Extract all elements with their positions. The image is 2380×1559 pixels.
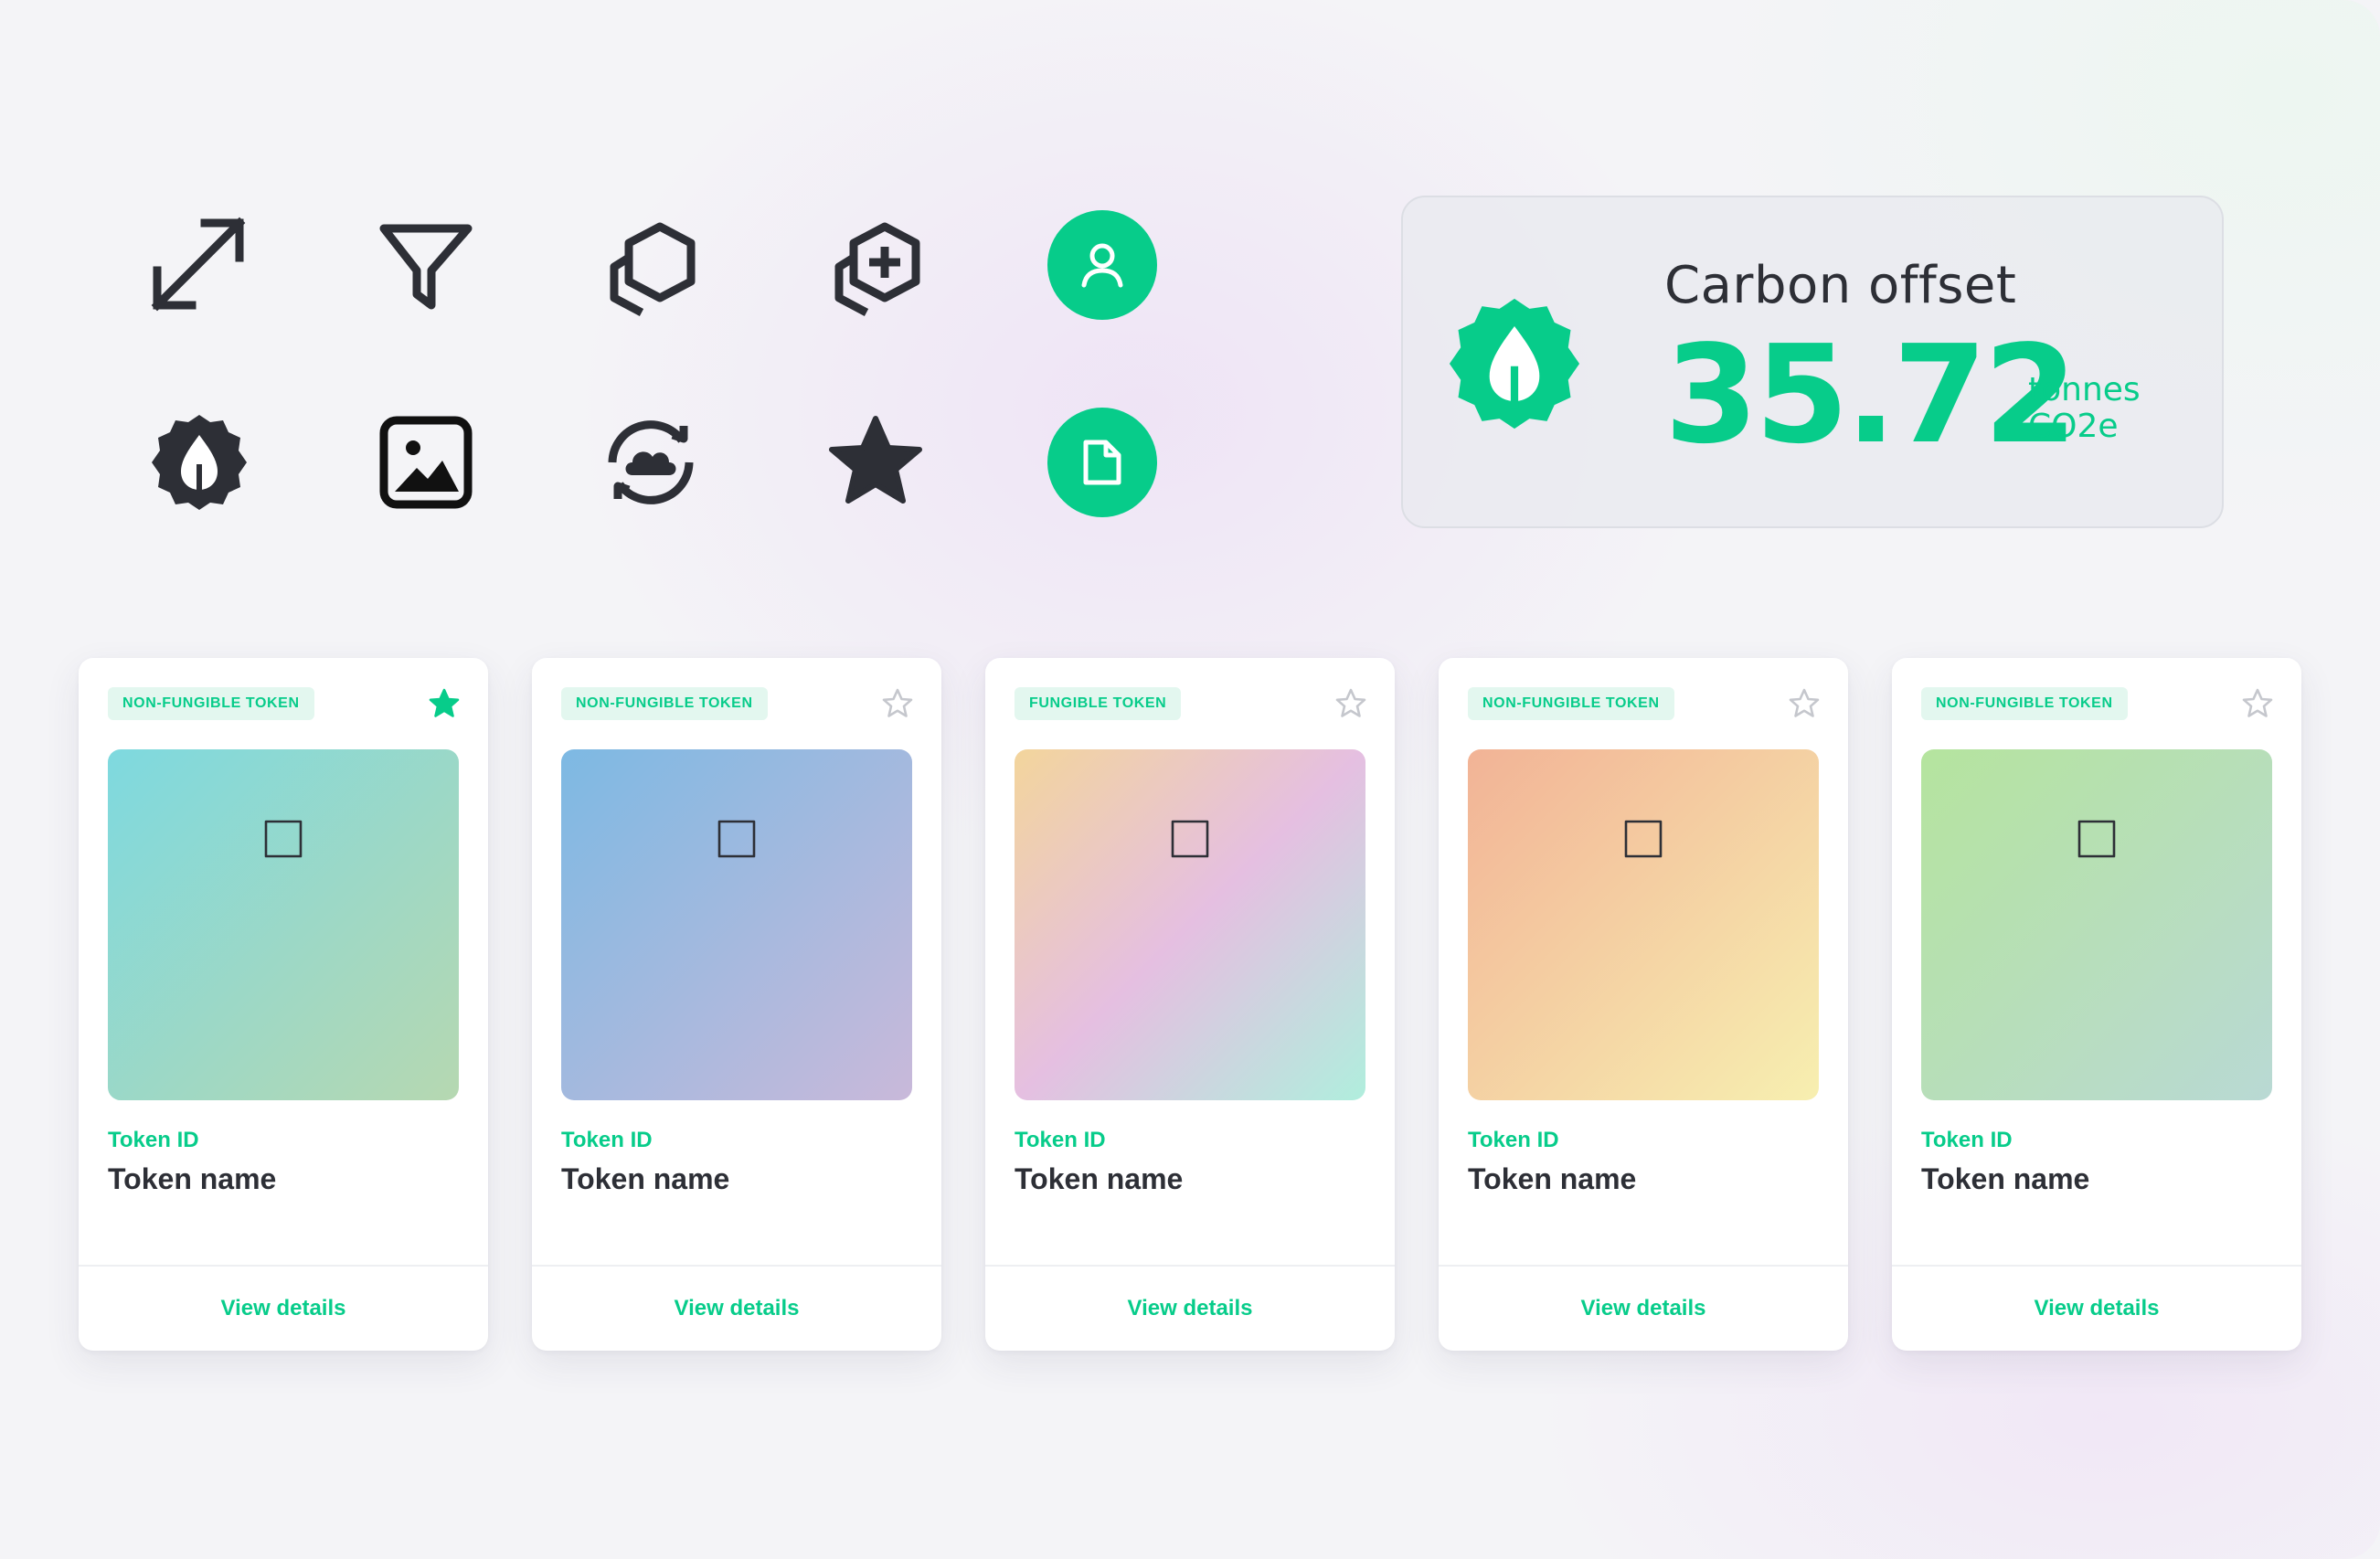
token-type-badge: NON-FUNGIBLE TOKEN bbox=[108, 687, 314, 720]
star-outline-icon[interactable] bbox=[879, 685, 916, 722]
token-card[interactable]: NON-FUNGIBLE TOKEN Token ID Token name V… bbox=[1439, 658, 1848, 1351]
token-card[interactable]: NON-FUNGIBLE TOKEN Token ID Token name V… bbox=[1892, 658, 2301, 1351]
token-id: Token ID bbox=[561, 1128, 653, 1152]
token-image bbox=[108, 749, 459, 1100]
carbon-offset-unit: tonnes bbox=[2028, 371, 2141, 408]
document-icon[interactable] bbox=[1047, 408, 1157, 517]
view-details-button[interactable]: View details bbox=[532, 1267, 941, 1351]
filter-icon[interactable] bbox=[371, 210, 481, 320]
token-id: Token ID bbox=[1468, 1128, 1559, 1152]
canvas: Carbon offset 35.72 tonnes CO2e NON-FUNG… bbox=[0, 0, 2380, 1559]
carbon-offset-value: 35.72 bbox=[1664, 316, 2077, 473]
token-card[interactable]: FUNGIBLE TOKEN Token ID Token name View … bbox=[985, 658, 1395, 1351]
token-image bbox=[1468, 749, 1819, 1100]
leaf-badge-icon bbox=[1440, 289, 1589, 439]
token-image bbox=[1921, 749, 2272, 1100]
star-outline-icon[interactable] bbox=[1333, 685, 1369, 722]
view-details-button[interactable]: View details bbox=[985, 1267, 1395, 1351]
token-name: Token name bbox=[1921, 1162, 2090, 1195]
token-card[interactable]: NON-FUNGIBLE TOKEN Token ID Token name V… bbox=[79, 658, 488, 1351]
carbon-offset-card: Carbon offset 35.72 tonnes CO2e bbox=[1401, 196, 2224, 528]
star-filled-icon[interactable] bbox=[821, 408, 930, 517]
user-icon[interactable] bbox=[1047, 210, 1157, 320]
token-name: Token name bbox=[1015, 1162, 1184, 1195]
view-details-button[interactable]: View details bbox=[79, 1267, 488, 1351]
token-type-badge: FUNGIBLE TOKEN bbox=[1015, 687, 1182, 720]
add-token-icon[interactable] bbox=[821, 210, 930, 320]
carbon-offset-unit-sub: CO2e bbox=[2028, 408, 2119, 445]
token-name: Token name bbox=[108, 1162, 277, 1195]
token-image bbox=[561, 749, 912, 1100]
token-card[interactable]: NON-FUNGIBLE TOKEN Token ID Token name V… bbox=[532, 658, 941, 1351]
view-details-button[interactable]: View details bbox=[1439, 1267, 1848, 1351]
token-id: Token ID bbox=[1921, 1128, 2013, 1152]
token-image bbox=[1015, 749, 1365, 1100]
expand-icon[interactable] bbox=[144, 210, 254, 320]
carbon-leaf-badge-icon[interactable] bbox=[144, 408, 254, 517]
token-name: Token name bbox=[561, 1162, 730, 1195]
view-details-button[interactable]: View details bbox=[1892, 1267, 2301, 1351]
carbon-offset-title: Carbon offset bbox=[1664, 256, 2017, 315]
token-type-badge: NON-FUNGIBLE TOKEN bbox=[1468, 687, 1674, 720]
star-outline-icon[interactable] bbox=[2239, 685, 2276, 722]
star-filled-icon[interactable] bbox=[426, 685, 462, 722]
star-outline-icon[interactable] bbox=[1786, 685, 1822, 722]
token-type-badge: NON-FUNGIBLE TOKEN bbox=[1921, 687, 2128, 720]
token-id: Token ID bbox=[108, 1128, 199, 1152]
cloud-sync-icon[interactable] bbox=[596, 408, 706, 517]
token-stack-icon[interactable] bbox=[596, 210, 706, 320]
token-type-badge: NON-FUNGIBLE TOKEN bbox=[561, 687, 768, 720]
token-id: Token ID bbox=[1015, 1128, 1106, 1152]
token-name: Token name bbox=[1468, 1162, 1637, 1195]
image-icon[interactable] bbox=[371, 408, 481, 517]
